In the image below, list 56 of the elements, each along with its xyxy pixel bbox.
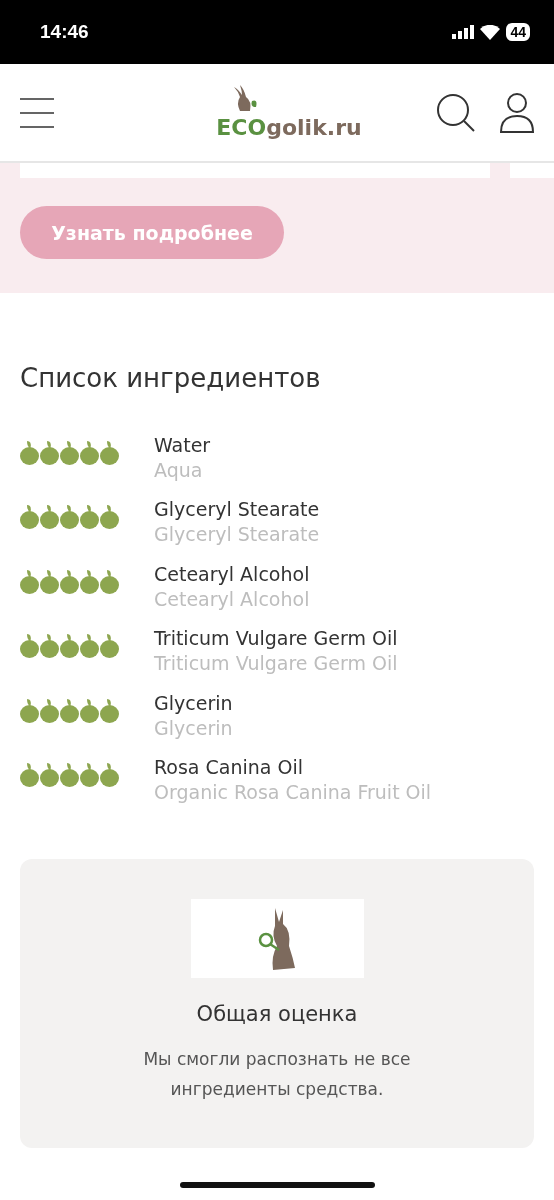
menu-icon[interactable] bbox=[20, 97, 54, 128]
apple-icon bbox=[100, 567, 119, 594]
ingredient-name: Water bbox=[154, 433, 211, 458]
ingredient-name: Glyceryl Stearate bbox=[154, 497, 320, 523]
ingredient-inci: Cetearyl Alcohol bbox=[154, 586, 310, 612]
apple-icon bbox=[20, 696, 39, 723]
apple-icon bbox=[80, 696, 99, 723]
apple-icon bbox=[60, 439, 79, 465]
signal-icon bbox=[452, 25, 475, 39]
apple-icon bbox=[20, 503, 39, 530]
ingredient-name: Glycerin bbox=[154, 690, 233, 716]
apple-icon bbox=[20, 632, 39, 659]
logo-domain: golik.ru bbox=[266, 115, 362, 140]
site-logo[interactable]: ECOgolik.ru bbox=[216, 85, 362, 140]
summary-text: Мы смогли распознать не все ингредиенты средства. bbox=[142, 1048, 412, 1102]
section-title: Список ингредиентов bbox=[20, 363, 322, 393]
ingredient-inci: Aqua bbox=[154, 458, 204, 483]
battery-level: 44 bbox=[506, 23, 530, 41]
apple-icon bbox=[80, 760, 99, 787]
ingredient-inci: Organic Rosa Canina Fruit Oil bbox=[154, 779, 432, 805]
ingredient-inci: Triticum Vulgare Germ Oil bbox=[154, 651, 398, 677]
apple-icon bbox=[40, 567, 59, 594]
apple-icon bbox=[40, 632, 59, 659]
search-icon[interactable] bbox=[436, 92, 476, 133]
ingredient-name: Cetearyl Alcohol bbox=[154, 561, 310, 587]
apple-icon bbox=[40, 503, 59, 530]
apple-icon bbox=[100, 439, 119, 465]
apple-icon bbox=[40, 696, 59, 723]
status-time: 14:46 bbox=[40, 21, 89, 43]
wifi-icon bbox=[480, 24, 501, 40]
apple-icon bbox=[80, 503, 99, 530]
apple-icon bbox=[60, 632, 79, 659]
card-edge bbox=[510, 163, 554, 178]
ingredient-inci: Glycerin bbox=[154, 715, 233, 741]
apple-icon bbox=[100, 632, 119, 659]
apple-icon bbox=[60, 696, 79, 723]
apple-icon bbox=[40, 760, 59, 787]
ingredient-inci: Glyceryl Stearate bbox=[154, 522, 320, 548]
apple-icon bbox=[40, 439, 59, 465]
apple-icon bbox=[60, 567, 79, 594]
ingredient-name: Triticum Vulgare Germ Oil bbox=[154, 626, 398, 652]
apple-icon bbox=[80, 439, 99, 465]
logo-eco: ECO bbox=[216, 115, 267, 140]
apple-icon bbox=[60, 503, 79, 530]
ingredient-name: Rosa Canina Oil bbox=[154, 754, 305, 780]
summary-title: Общая оценка bbox=[196, 1002, 358, 1027]
apple-icon bbox=[100, 760, 119, 787]
apple-icon bbox=[100, 503, 119, 530]
apple-icon bbox=[100, 696, 119, 723]
apple-icon bbox=[80, 567, 99, 594]
apple-icon bbox=[20, 567, 39, 594]
user-icon[interactable] bbox=[500, 92, 534, 133]
apple-icon bbox=[20, 439, 39, 465]
apple-icon bbox=[60, 760, 79, 787]
apple-icon bbox=[20, 760, 39, 787]
apple-icon bbox=[80, 632, 99, 659]
